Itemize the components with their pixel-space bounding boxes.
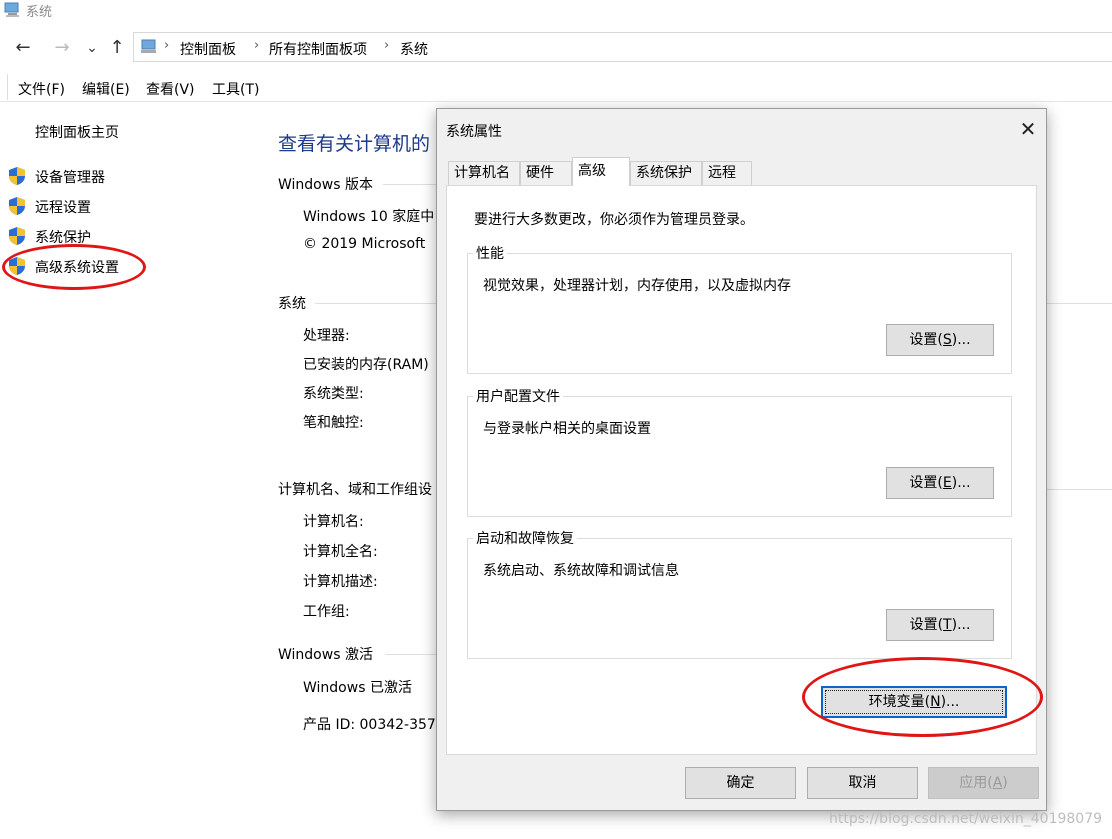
cancel-button[interactable]: 取消 xyxy=(807,767,918,799)
section-title-system: 系统 xyxy=(278,296,306,312)
section-title-computer-name: 计算机名、域和工作组设 xyxy=(278,482,432,498)
computer-name-label: 计算机名: xyxy=(303,514,364,530)
admin-note: 要进行大多数更改，你必须作为管理员登录。 xyxy=(474,212,754,228)
group-description: 系统启动、系统故障和调试信息 xyxy=(483,563,679,579)
group-startup-recovery: 启动和故障恢复 系统启动、系统故障和调试信息 设置(T)... xyxy=(467,528,1012,659)
system-type-label: 系统类型: xyxy=(303,386,364,402)
menu-edit[interactable]: 编辑(E) xyxy=(82,79,130,99)
back-arrow-icon[interactable]: ← xyxy=(11,36,35,60)
menu-divider xyxy=(7,74,8,100)
address-bar[interactable]: › 控制面板 › 所有控制面板项 › 系统 xyxy=(133,32,1112,62)
breadcrumb-system[interactable]: 系统 xyxy=(400,39,428,59)
sidebar-item-advanced-system-settings[interactable]: 高级系统设置 xyxy=(35,257,119,277)
close-icon[interactable]: ✕ xyxy=(1013,115,1043,143)
section-title-windows-edition: Windows 版本 xyxy=(278,177,373,193)
forward-arrow-icon[interactable]: → xyxy=(50,36,74,60)
group-title: 用户配置文件 xyxy=(473,386,563,406)
menu-bar: 文件(F) 编辑(E) 查看(V) 工具(T) xyxy=(0,72,1112,102)
uac-shield-icon xyxy=(9,167,25,185)
uac-shield-icon xyxy=(9,197,25,215)
windows-edition-value: Windows 10 家庭中 xyxy=(303,209,435,225)
group-performance: 性能 视觉效果，处理器计划，内存使用，以及虚拟内存 设置(S)... xyxy=(467,243,1012,374)
group-description: 与登录帐户相关的桌面设置 xyxy=(483,421,651,437)
advanced-tab-panel: 要进行大多数更改，你必须作为管理员登录。 性能 视觉效果，处理器计划，内存使用，… xyxy=(446,185,1037,755)
product-id: 产品 ID: 00342-357 xyxy=(303,717,436,733)
pen-touch-label: 笔和触控: xyxy=(303,415,364,431)
dialog-title: 系统属性 xyxy=(446,124,502,140)
tab-computer-name[interactable]: 计算机名 xyxy=(448,161,520,185)
uac-shield-icon xyxy=(9,257,25,275)
startup-recovery-settings-button[interactable]: 设置(T)... xyxy=(886,609,994,641)
navigation-bar: ← → ⌄ ↑ › 控制面板 › 所有控制面板项 › 系统 xyxy=(0,30,1112,66)
tab-hardware[interactable]: 硬件 xyxy=(520,161,572,185)
breadcrumb-separator: › xyxy=(384,38,390,53)
sidebar-item-device-manager[interactable]: 设备管理器 xyxy=(35,167,105,187)
uac-shield-icon xyxy=(9,227,25,245)
window-title: 系统 xyxy=(26,5,53,20)
full-computer-name-label: 计算机全名: xyxy=(303,544,378,560)
section-divider xyxy=(1047,303,1112,304)
control-panel-icon xyxy=(141,39,156,53)
breadcrumb-control-panel[interactable]: 控制面板 xyxy=(180,39,236,59)
installed-memory-label: 已安装的内存(RAM) xyxy=(303,357,429,373)
user-profiles-settings-button[interactable]: 设置(E)... xyxy=(886,467,994,499)
section-divider xyxy=(385,654,438,655)
ok-button[interactable]: 确定 xyxy=(685,767,796,799)
tab-advanced[interactable]: 高级 xyxy=(572,157,630,186)
environment-variables-button[interactable]: 环境变量(N)... xyxy=(821,686,1007,718)
section-divider xyxy=(383,184,438,185)
section-divider xyxy=(1047,489,1112,490)
up-arrow-icon[interactable]: ↑ xyxy=(105,36,129,60)
group-description: 视觉效果，处理器计划，内存使用，以及虚拟内存 xyxy=(483,278,791,294)
sidebar-item-remote-settings[interactable]: 远程设置 xyxy=(35,197,91,217)
watermark: https://blog.csdn.net/weixin_40198079 xyxy=(829,811,1103,827)
group-user-profiles: 用户配置文件 与登录帐户相关的桌面设置 设置(E)... xyxy=(467,386,1012,517)
apply-button[interactable]: 应用(A) xyxy=(928,767,1039,799)
breadcrumb-separator: › xyxy=(254,38,260,53)
group-title: 启动和故障恢复 xyxy=(473,528,577,548)
recent-locations-chevron-icon[interactable]: ⌄ xyxy=(80,36,104,60)
tab-system-protection[interactable]: 系统保护 xyxy=(630,161,702,185)
group-title: 性能 xyxy=(473,243,507,263)
copyright-value: © 2019 Microsoft xyxy=(303,236,426,252)
window-title-bar: 系统 xyxy=(0,0,1112,22)
page-title: 查看有关计算机的 xyxy=(278,133,431,155)
menu-tools[interactable]: 工具(T) xyxy=(212,79,259,99)
activation-status: Windows 已激活 xyxy=(303,680,412,696)
sidebar-control-panel-home[interactable]: 控制面板主页 xyxy=(35,122,119,142)
performance-settings-button[interactable]: 设置(S)... xyxy=(886,324,994,356)
computer-description-label: 计算机描述: xyxy=(303,574,378,590)
menu-file[interactable]: 文件(F) xyxy=(18,79,65,99)
sidebar-item-system-protection[interactable]: 系统保护 xyxy=(35,227,91,247)
section-divider xyxy=(315,303,438,304)
menu-view[interactable]: 查看(V) xyxy=(146,79,195,99)
breadcrumb-separator: › xyxy=(164,38,170,53)
tab-remote[interactable]: 远程 xyxy=(702,161,752,185)
computer-icon xyxy=(4,2,19,17)
system-properties-dialog: 系统属性 ✕ 计算机名 硬件 高级 系统保护 远程 要进行大多数更改，你必须作为… xyxy=(436,108,1047,811)
workgroup-label: 工作组: xyxy=(303,604,350,620)
processor-label: 处理器: xyxy=(303,328,350,344)
section-title-activation: Windows 激活 xyxy=(278,647,373,663)
breadcrumb-all-items[interactable]: 所有控制面板项 xyxy=(269,39,367,59)
